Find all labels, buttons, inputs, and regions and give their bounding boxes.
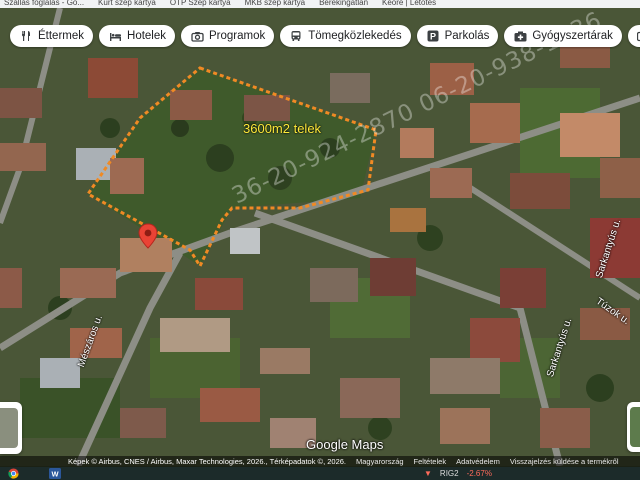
bookmark-item[interactable]: Szállás foglalás - Go... <box>4 0 84 8</box>
terms-link[interactable]: Feltételek <box>414 457 447 466</box>
ticker-symbol: RIG2 <box>439 469 459 478</box>
chip-atm[interactable]: $ AT <box>627 25 640 47</box>
fork-knife-icon <box>19 29 33 43</box>
chip-hotels[interactable]: Hotelek <box>99 25 176 47</box>
category-chips: Éttermek Hotelek Programok Tömegközleked… <box>0 25 640 49</box>
chip-label: Hotelek <box>127 30 167 42</box>
ticker-change: -2.67% <box>466 469 492 478</box>
bed-icon <box>108 29 122 43</box>
ticker-down-icon: ▼ <box>424 469 432 478</box>
parcel-label: 3600m2 telek <box>243 121 322 136</box>
chip-label: Parkolás <box>444 30 490 42</box>
attribution-bar: Képek © Airbus, CNES / Airbus, Maxar Tec… <box>0 456 640 467</box>
parking-icon: P <box>426 29 440 43</box>
satellite-map[interactable] <box>0 8 640 466</box>
chip-things-to-do[interactable]: Programok <box>181 25 275 47</box>
stock-ticker[interactable]: ▼ RIG2 -2.67% <box>424 467 492 480</box>
satellite-imagery <box>0 8 640 466</box>
bookmarks-bar: Szállás foglalás - Go... Kürt szép kárty… <box>0 0 640 8</box>
camera-icon <box>190 29 204 43</box>
layers-preview <box>0 408 18 448</box>
layers-thumbnail[interactable] <box>0 402 22 454</box>
chip-label: Programok <box>209 30 266 42</box>
bookmark-item[interactable]: Berekingatlan <box>319 0 368 8</box>
chip-transit[interactable]: Tömegközlekedés <box>280 25 411 47</box>
street-view-thumbnail[interactable] <box>627 402 640 452</box>
chrome-icon[interactable] <box>6 468 20 479</box>
map-pin-icon[interactable] <box>137 223 159 249</box>
bus-icon <box>289 29 303 43</box>
chip-restaurants[interactable]: Éttermek <box>10 25 94 47</box>
street-view-preview <box>630 407 640 447</box>
imagery-credit: Képek © Airbus, CNES / Airbus, Maxar Tec… <box>68 457 347 466</box>
country-link[interactable]: Magyarország <box>356 457 404 466</box>
bookmark-item[interactable]: MKB szép kártya <box>245 0 305 8</box>
word-icon[interactable]: W <box>48 468 62 479</box>
chip-label: Tömegközlekedés <box>308 30 402 42</box>
chip-label: Éttermek <box>38 30 85 42</box>
privacy-link[interactable]: Adatvédelem <box>456 457 500 466</box>
chip-pharmacies[interactable]: Gyógyszertárak <box>504 25 622 47</box>
pharmacy-icon <box>513 29 527 43</box>
bookmark-item[interactable]: Keore | Létotés <box>382 0 436 8</box>
chip-parking[interactable]: P Parkolás <box>416 25 499 47</box>
chip-label: Gyógyszertárak <box>532 30 613 42</box>
taskbar: W ▼ RIG2 -2.67% <box>0 467 640 480</box>
bookmark-item[interactable]: OTP Szép kártya <box>170 0 231 8</box>
google-maps-logo: Google Maps <box>306 437 384 452</box>
svg-text:P: P <box>430 31 436 41</box>
svg-text:W: W <box>51 470 59 479</box>
bookmark-item[interactable]: Kürt szép kártya <box>98 0 156 8</box>
feedback-link[interactable]: Visszajelzés küldése a termékről <box>510 457 619 466</box>
